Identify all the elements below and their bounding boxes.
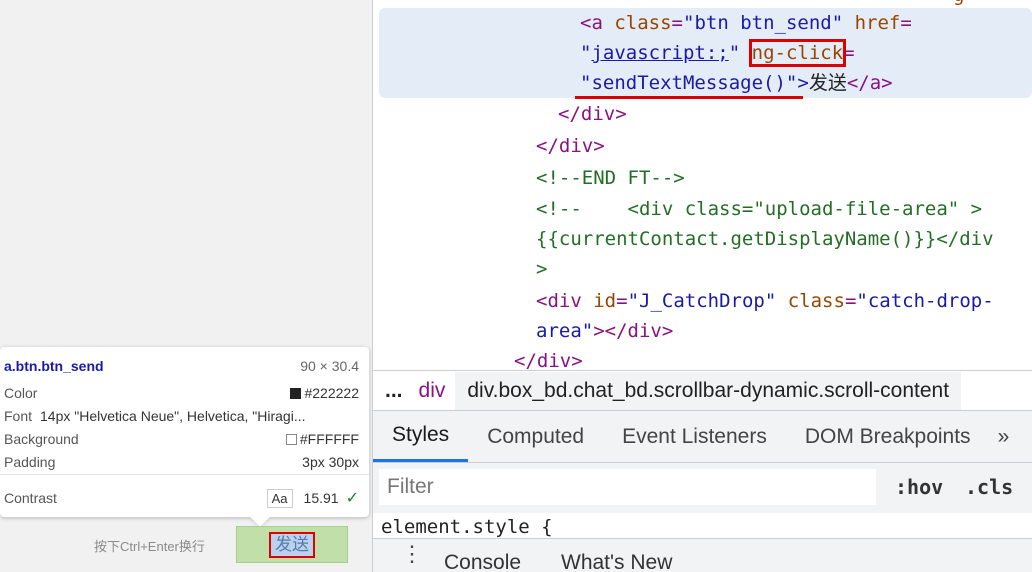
- code-line-div-close-3[interactable]: </div>: [514, 346, 583, 370]
- ng-click-value[interactable]: sendTextMessage(): [591, 72, 785, 94]
- tooltip-padding-value: 3px 30px: [302, 454, 359, 470]
- tooltip-contrast-value: 15.91: [303, 490, 339, 506]
- tooltip-background-row: Background #FFFFFF: [4, 429, 359, 449]
- tab-console[interactable]: Console: [444, 551, 521, 572]
- code-line-href[interactable]: "javascript:;" ng-click=: [580, 38, 855, 68]
- hov-toggle[interactable]: :hov: [895, 475, 943, 499]
- tooltip-header: a.btn.btn_send 90 × 30.4: [4, 356, 359, 376]
- filter-input[interactable]: [379, 469, 876, 505]
- tab-event-listeners[interactable]: Event Listeners: [603, 411, 786, 462]
- more-tabs-icon[interactable]: »: [990, 411, 1018, 462]
- code-line-div-close-2[interactable]: </div>: [536, 131, 605, 161]
- tooltip-padding-row: Padding 3px 30px: [4, 452, 359, 472]
- contrast-aa-badge: Aa: [266, 488, 293, 508]
- sidebar-tabs: Styles Computed Event Listeners DOM Brea…: [373, 410, 1032, 463]
- tab-dom-breakpoints[interactable]: DOM Breakpoints: [786, 411, 990, 462]
- drawer-tabs: ⋮ Console What's New: [373, 538, 1032, 572]
- breadcrumb-item-div[interactable]: div: [409, 379, 456, 403]
- code-line-comment-upload[interactable]: <!-- <div class="upload-file-area" >: [536, 194, 982, 224]
- tooltip-dimensions: 90 × 30.4: [300, 358, 359, 374]
- tab-whats-new[interactable]: What's New: [561, 551, 672, 572]
- color-swatch-icon: [290, 387, 302, 399]
- href-link[interactable]: javascript:;: [591, 42, 728, 64]
- breadcrumb: ... div div.box_bd.chat_bd.scrollbar-dyn…: [373, 370, 1032, 410]
- tooltip-divider: [0, 474, 369, 475]
- tooltip-padding-label: Padding: [4, 454, 56, 470]
- checkmark-icon: ✓: [345, 490, 359, 507]
- tooltip-selector: a.btn.btn_send: [4, 358, 104, 374]
- code-line-catchdrop-end[interactable]: area"></div>: [536, 316, 673, 346]
- code-line-0: g: [953, 0, 964, 10]
- tab-styles[interactable]: Styles: [373, 411, 469, 462]
- send-hint: 按下Ctrl+Enter换行: [94, 539, 205, 554]
- cls-toggle[interactable]: .cls: [965, 475, 1013, 499]
- code-line-comment-contact[interactable]: {{currentContact.getDisplayName()}}</div: [536, 224, 994, 254]
- elements-tree: g <a class="btn btn_send" href= "javascr…: [373, 0, 1032, 370]
- tooltip-background-label: Background: [4, 431, 79, 447]
- breadcrumb-overflow[interactable]: ...: [373, 379, 409, 403]
- send-button-label: 发送: [269, 531, 315, 558]
- tooltip-font-value: 14px "Helvetica Neue", Helvetica, "Hirag…: [40, 408, 306, 424]
- code-line-div-close-1[interactable]: </div>: [558, 99, 627, 129]
- tooltip-font-row: Font 14px "Helvetica Neue", Helvetica, "…: [4, 406, 359, 426]
- code-line-catchdrop[interactable]: <div id="J_CatchDrop" class="catch-drop-: [536, 286, 994, 316]
- tooltip-contrast-label: Contrast: [4, 490, 57, 506]
- tooltip-color-row: Color #222222: [4, 383, 359, 403]
- code-line-a-open[interactable]: <a class="btn btn_send" href=: [580, 8, 912, 38]
- tooltip-color-label: Color: [4, 385, 38, 401]
- page-viewport: a.btn.btn_send 90 × 30.4 Color #222222 F…: [0, 0, 372, 572]
- drawer-menu-icon[interactable]: ⋮: [401, 543, 423, 565]
- tab-computed[interactable]: Computed: [468, 411, 603, 462]
- code-line-comment-end[interactable]: >: [536, 254, 547, 284]
- background-swatch-icon: [285, 433, 297, 445]
- inspect-tooltip: a.btn.btn_send 90 × 30.4 Color #222222 F…: [0, 347, 369, 517]
- ng-click-attribute[interactable]: ng-click: [748, 39, 847, 67]
- tooltip-font-label: Font: [4, 408, 33, 424]
- tooltip-contrast-row: Contrast Aa 15.91 ✓: [4, 488, 359, 508]
- send-button[interactable]: 发送: [236, 526, 348, 563]
- element-style-rule[interactable]: element.style {: [381, 516, 553, 538]
- tooltip-color-value: #222222: [304, 385, 359, 401]
- code-line-ngclick-value[interactable]: "sendTextMessage()">发送</a>: [580, 68, 893, 98]
- tooltip-background-value: #FFFFFF: [299, 431, 359, 447]
- code-line-comment-ft[interactable]: <!--END FT-->: [536, 163, 685, 193]
- breadcrumb-item-scroll-content[interactable]: div.box_bd.chat_bd.scrollbar-dynamic.scr…: [455, 371, 962, 410]
- filter-bar: :hov .cls: [373, 463, 1032, 513]
